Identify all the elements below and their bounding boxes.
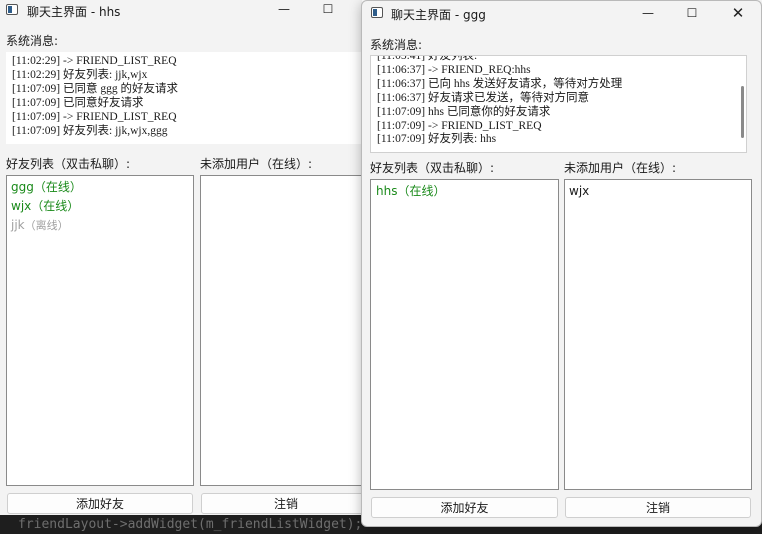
friends-list[interactable]: ggg（在线） wjx（在线） jjk（离线） [6, 175, 194, 486]
log-line: [11:07:09] hhs 已同意你的好友请求 [377, 105, 551, 118]
system-messages-label: 系统消息: [370, 38, 423, 52]
friend-item[interactable]: jjk（离线） [11, 216, 193, 235]
app-icon [371, 7, 383, 18]
friend-status: （在线） [33, 180, 82, 194]
friend-name: wjx [11, 199, 32, 213]
chat-window-ggg: 聊天主界面 - ggg — ☐ ✕ 系统消息: [11:05:41] 好友列表:… [361, 0, 762, 527]
log-scrollbar[interactable] [741, 86, 744, 138]
system-log[interactable]: [11:02:29] -> FRIEND_LIST_REQ [11:02:29]… [6, 52, 362, 144]
maximize-icon[interactable]: ☐ [683, 4, 701, 22]
chat-window-hhs: 聊天主界面 - hhs — ☐ 系统消息: [11:02:29] -> FRIE… [0, 0, 362, 515]
title-bar[interactable]: 聊天主界面 - ggg — ☐ ✕ [362, 1, 761, 27]
app-icon [6, 4, 18, 15]
minimize-icon[interactable]: — [275, 0, 293, 18]
friend-name: jjk [11, 218, 25, 232]
unadded-users-label: 未添加用户（在线）: [200, 157, 313, 171]
system-log[interactable]: [11:05:41] 好友列表: [11:06:37] -> FRIEND_RE… [370, 55, 747, 153]
friend-item[interactable]: ggg（在线） [11, 178, 193, 197]
friend-item[interactable]: hhs（在线） [376, 182, 558, 201]
friend-status: （在线） [397, 184, 446, 198]
user-item[interactable]: wjx [569, 182, 751, 201]
log-line: [11:07:09] 已同意好友请求 [12, 96, 144, 109]
window-title: 聊天主界面 - hhs [27, 5, 121, 19]
unadded-users-label: 未添加用户（在线）: [564, 161, 677, 175]
log-line: [11:06:37] -> FRIEND_REQ:hhs [377, 63, 531, 76]
log-line: [11:05:41] 好友列表: [377, 55, 478, 62]
friends-list-label: 好友列表（双击私聊）: [6, 157, 131, 171]
title-bar[interactable]: 聊天主界面 - hhs — ☐ [0, 0, 362, 22]
minimize-icon[interactable]: — [639, 4, 657, 22]
log-line: [11:06:37] 好友请求已发送，等待对方同意 [377, 91, 589, 104]
add-friend-button[interactable]: 添加好友 [371, 497, 558, 518]
friend-name: hhs [376, 184, 398, 198]
window-title: 聊天主界面 - ggg [391, 8, 486, 22]
friend-name: ggg [11, 180, 34, 194]
friend-status: （在线） [31, 199, 80, 213]
log-line: [11:02:29] -> FRIEND_LIST_REQ [12, 55, 177, 67]
system-messages-label: 系统消息: [6, 34, 59, 48]
unadded-users-list[interactable]: wjx [564, 179, 752, 490]
friend-item[interactable]: wjx（在线） [11, 197, 193, 216]
add-friend-button[interactable]: 添加好友 [7, 493, 193, 514]
log-line: [11:07:09] 好友列表: hhs [377, 133, 497, 146]
log-line: [11:06:37] 已向 hhs 发送好友请求，等待对方处理 [377, 77, 623, 90]
friends-list[interactable]: hhs（在线） [370, 179, 559, 490]
logout-button[interactable]: 注销 [201, 493, 362, 514]
log-line: [11:07:09] -> FRIEND_LIST_REQ [12, 110, 177, 123]
logout-button[interactable]: 注销 [565, 497, 751, 518]
friend-status: （离线） [24, 219, 69, 232]
close-icon[interactable]: ✕ [729, 4, 747, 22]
log-line: [11:02:29] 好友列表: jjk,wjx [12, 68, 148, 81]
log-line: [11:07:09] 好友列表: jjk,wjx,ggg [12, 124, 168, 137]
unadded-users-list[interactable] [200, 175, 362, 486]
maximize-icon[interactable]: ☐ [319, 0, 337, 18]
friends-list-label: 好友列表（双击私聊）: [370, 161, 495, 175]
log-line: [11:07:09] 已同意 ggg 的好友请求 [12, 82, 178, 95]
log-line: [11:07:09] -> FRIEND_LIST_REQ [377, 119, 542, 132]
